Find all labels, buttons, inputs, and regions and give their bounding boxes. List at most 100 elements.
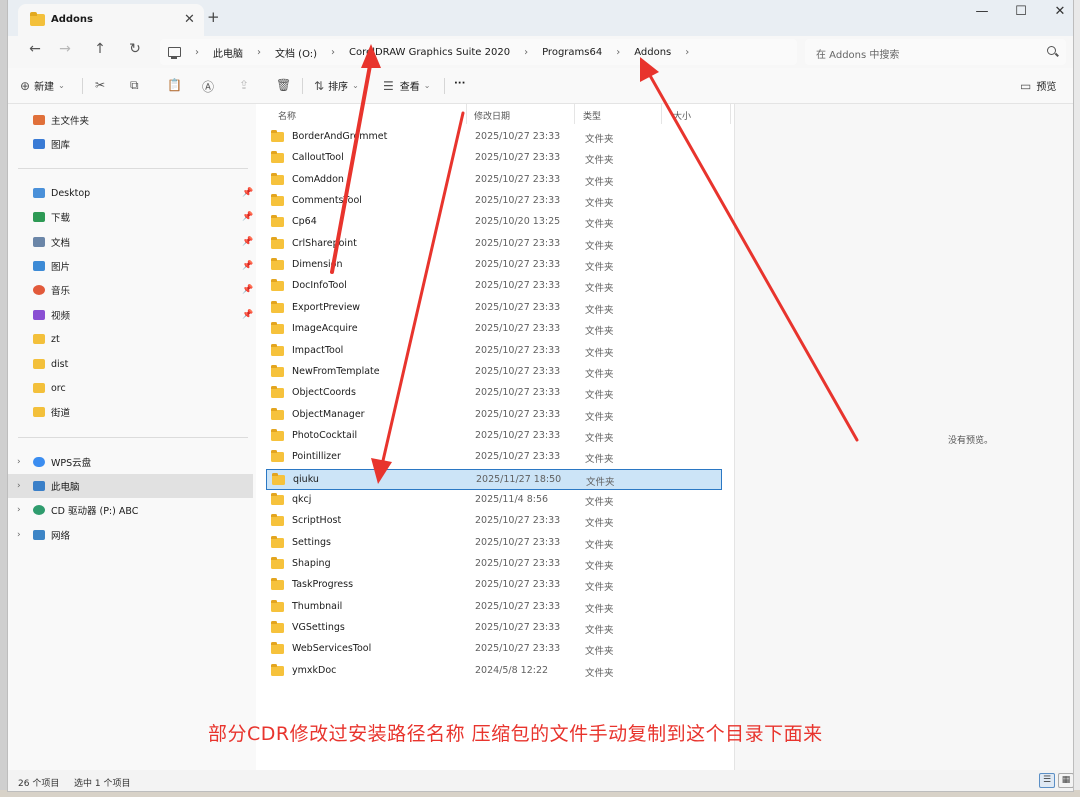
column-divider[interactable]	[661, 104, 662, 124]
column-header-name[interactable]: 名称	[278, 109, 296, 122]
sidebar-item-street[interactable]: 街道	[8, 400, 253, 424]
view-button[interactable]: ☰ 查看 ⌄	[383, 78, 430, 94]
file-row[interactable]: CrlSharepoint 2025/10/27 23:33 文件夹	[266, 234, 722, 255]
column-header-type[interactable]: 类型	[583, 109, 601, 122]
file-row[interactable]: ComAddon 2025/10/27 23:33 文件夹	[266, 170, 722, 191]
sidebar-item-orc[interactable]: orc	[8, 376, 253, 400]
sidebar-item-this-pc[interactable]: › 此电脑	[8, 474, 253, 498]
column-divider[interactable]	[466, 104, 467, 124]
breadcrumb-coreldraw[interactable]: CorelDRAW Graphics Suite 2020	[349, 47, 510, 58]
pin-icon[interactable]: 📌	[242, 237, 253, 247]
file-row[interactable]: Pointillizer 2025/10/27 23:33 文件夹	[266, 447, 722, 468]
breadcrumb-this-pc[interactable]: 此电脑	[213, 45, 243, 60]
column-header-date[interactable]: 修改日期	[474, 109, 510, 122]
file-row[interactable]: ImpactTool 2025/10/27 23:33 文件夹	[266, 341, 722, 362]
sidebar-item-cd-drive[interactable]: › CD 驱动器 (P:) ABC	[8, 498, 253, 522]
file-row[interactable]: TaskProgress 2025/10/27 23:33 文件夹	[266, 575, 722, 596]
file-row[interactable]: Shaping 2025/10/27 23:33 文件夹	[266, 554, 722, 575]
new-tab-button[interactable]: +	[207, 8, 220, 26]
tab-close-icon[interactable]: ✕	[184, 12, 195, 27]
breadcrumb-programs64[interactable]: Programs64	[542, 47, 602, 58]
breadcrumb[interactable]: › 此电脑 › 文档 (O:) › CorelDRAW Graphics Sui…	[160, 39, 797, 65]
minimize-button[interactable]: —	[967, 4, 997, 19]
sort-icon: ⇅	[314, 78, 325, 93]
file-name: ScriptHost	[292, 515, 342, 527]
sidebar-item-home[interactable]: 主文件夹	[8, 108, 253, 132]
pin-icon[interactable]: 📌	[242, 188, 253, 198]
sort-button[interactable]: ⇅ 排序 ⌄	[314, 78, 359, 94]
rename-icon[interactable]: Ⓐ	[202, 78, 214, 95]
file-row[interactable]: CalloutTool 2025/10/27 23:33 文件夹	[266, 148, 722, 169]
tab-addons[interactable]: Addons ✕	[18, 4, 204, 36]
sidebar-item-dist[interactable]: dist	[8, 352, 253, 376]
sidebar-item-downloads[interactable]: 下载 📌	[8, 205, 253, 229]
chevron-right-icon[interactable]: ›	[257, 47, 261, 58]
chevron-right-icon[interactable]: ›	[17, 530, 21, 540]
file-row[interactable]: Cp64 2025/10/20 13:25 文件夹	[266, 212, 722, 233]
sidebar-item-desktop[interactable]: Desktop 📌	[8, 181, 253, 205]
details-view-button[interactable]: ☰	[1039, 773, 1055, 788]
chevron-right-icon[interactable]: ›	[616, 47, 620, 58]
chevron-right-icon[interactable]: ›	[331, 47, 335, 58]
file-row[interactable]: DocInfoTool 2025/10/27 23:33 文件夹	[266, 276, 722, 297]
navigation-pane: 主文件夹 图库 Desktop 📌 下载 📌 文档 📌 图片 📌 音乐 📌 视频…	[8, 104, 256, 770]
file-row[interactable]: ymxkDoc 2024/5/8 12:22 文件夹	[266, 661, 722, 682]
sidebar-item-music[interactable]: 音乐 📌	[8, 278, 253, 302]
forward-button[interactable]: →	[54, 41, 76, 57]
tiles-view-button[interactable]: ▦	[1058, 773, 1073, 788]
sidebar-item-documents[interactable]: 文档 📌	[8, 230, 253, 254]
file-row[interactable]: PhotoCocktail 2025/10/27 23:33 文件夹	[266, 426, 722, 447]
maximize-button[interactable]: ☐	[1006, 4, 1036, 19]
copy-icon[interactable]: ⧉	[130, 78, 139, 93]
search-icon[interactable]	[1047, 46, 1056, 55]
new-button[interactable]: ⊕ 新建 ⌄	[20, 78, 65, 94]
file-row[interactable]: Dimension 2025/10/27 23:33 文件夹	[266, 255, 722, 276]
close-window-button[interactable]: ✕	[1045, 4, 1073, 19]
breadcrumb-addons[interactable]: Addons	[634, 47, 671, 58]
breadcrumb-documents-drive[interactable]: 文档 (O:)	[275, 45, 317, 60]
file-row[interactable]: ExportPreview 2025/10/27 23:33 文件夹	[266, 298, 722, 319]
file-row[interactable]: BorderAndGrommet 2025/10/27 23:33 文件夹	[266, 127, 722, 148]
paste-icon[interactable]: 📋	[167, 78, 182, 92]
file-row[interactable]: ObjectCoords 2025/10/27 23:33 文件夹	[266, 383, 722, 404]
pin-icon[interactable]: 📌	[242, 261, 253, 271]
file-row[interactable]: Settings 2025/10/27 23:33 文件夹	[266, 533, 722, 554]
file-row[interactable]: WebServicesTool 2025/10/27 23:33 文件夹	[266, 639, 722, 660]
delete-icon[interactable]: 🗑	[276, 78, 291, 92]
sidebar-item-wps-cloud[interactable]: › WPS云盘	[8, 450, 253, 474]
column-divider[interactable]	[574, 104, 575, 124]
column-divider[interactable]	[730, 104, 731, 124]
sidebar-item-zt[interactable]: zt	[8, 327, 253, 351]
file-row[interactable]: CommentsTool 2025/10/27 23:33 文件夹	[266, 191, 722, 212]
search-input[interactable]: 在 Addons 中搜索	[805, 39, 1066, 65]
chevron-right-icon[interactable]: ›	[685, 47, 689, 58]
file-row[interactable]: qkcj 2025/11/4 8:56 文件夹	[266, 490, 722, 511]
sidebar-item-videos[interactable]: 视频 📌	[8, 303, 253, 327]
column-header-size[interactable]: 大小	[673, 109, 691, 122]
file-row[interactable]: NewFromTemplate 2025/10/27 23:33 文件夹	[266, 362, 722, 383]
back-button[interactable]: ←	[24, 41, 46, 57]
chevron-right-icon[interactable]: ›	[195, 47, 199, 58]
up-button[interactable]: ↑	[89, 41, 111, 57]
pin-icon[interactable]: 📌	[242, 285, 253, 295]
file-row[interactable]: ObjectManager 2025/10/27 23:33 文件夹	[266, 405, 722, 426]
chevron-right-icon[interactable]: ›	[524, 47, 528, 58]
preview-pane-button[interactable]: ▭ 预览	[1020, 78, 1056, 94]
file-row[interactable]: ImageAcquire 2025/10/27 23:33 文件夹	[266, 319, 722, 340]
pin-icon[interactable]: 📌	[242, 310, 253, 320]
chevron-right-icon[interactable]: ›	[17, 505, 21, 515]
cut-icon[interactable]: ✂	[95, 78, 105, 92]
more-options-button[interactable]: ···	[454, 78, 465, 89]
file-row[interactable]: ScriptHost 2025/10/27 23:33 文件夹	[266, 511, 722, 532]
sidebar-item-network[interactable]: › 网络	[8, 523, 253, 547]
chevron-right-icon[interactable]: ›	[17, 481, 21, 491]
sidebar-item-gallery[interactable]: 图库	[8, 132, 253, 156]
file-row[interactable]: VGSettings 2025/10/27 23:33 文件夹	[266, 618, 722, 639]
refresh-button[interactable]: ↻	[124, 41, 146, 57]
file-row[interactable]: Thumbnail 2025/10/27 23:33 文件夹	[266, 597, 722, 618]
share-icon[interactable]: ⇪	[239, 78, 249, 92]
pin-icon[interactable]: 📌	[242, 212, 253, 222]
chevron-right-icon[interactable]: ›	[17, 457, 21, 467]
sidebar-item-pictures[interactable]: 图片 📌	[8, 254, 253, 278]
file-row[interactable]: qiuku 2025/11/27 18:50 文件夹	[266, 468, 722, 490]
